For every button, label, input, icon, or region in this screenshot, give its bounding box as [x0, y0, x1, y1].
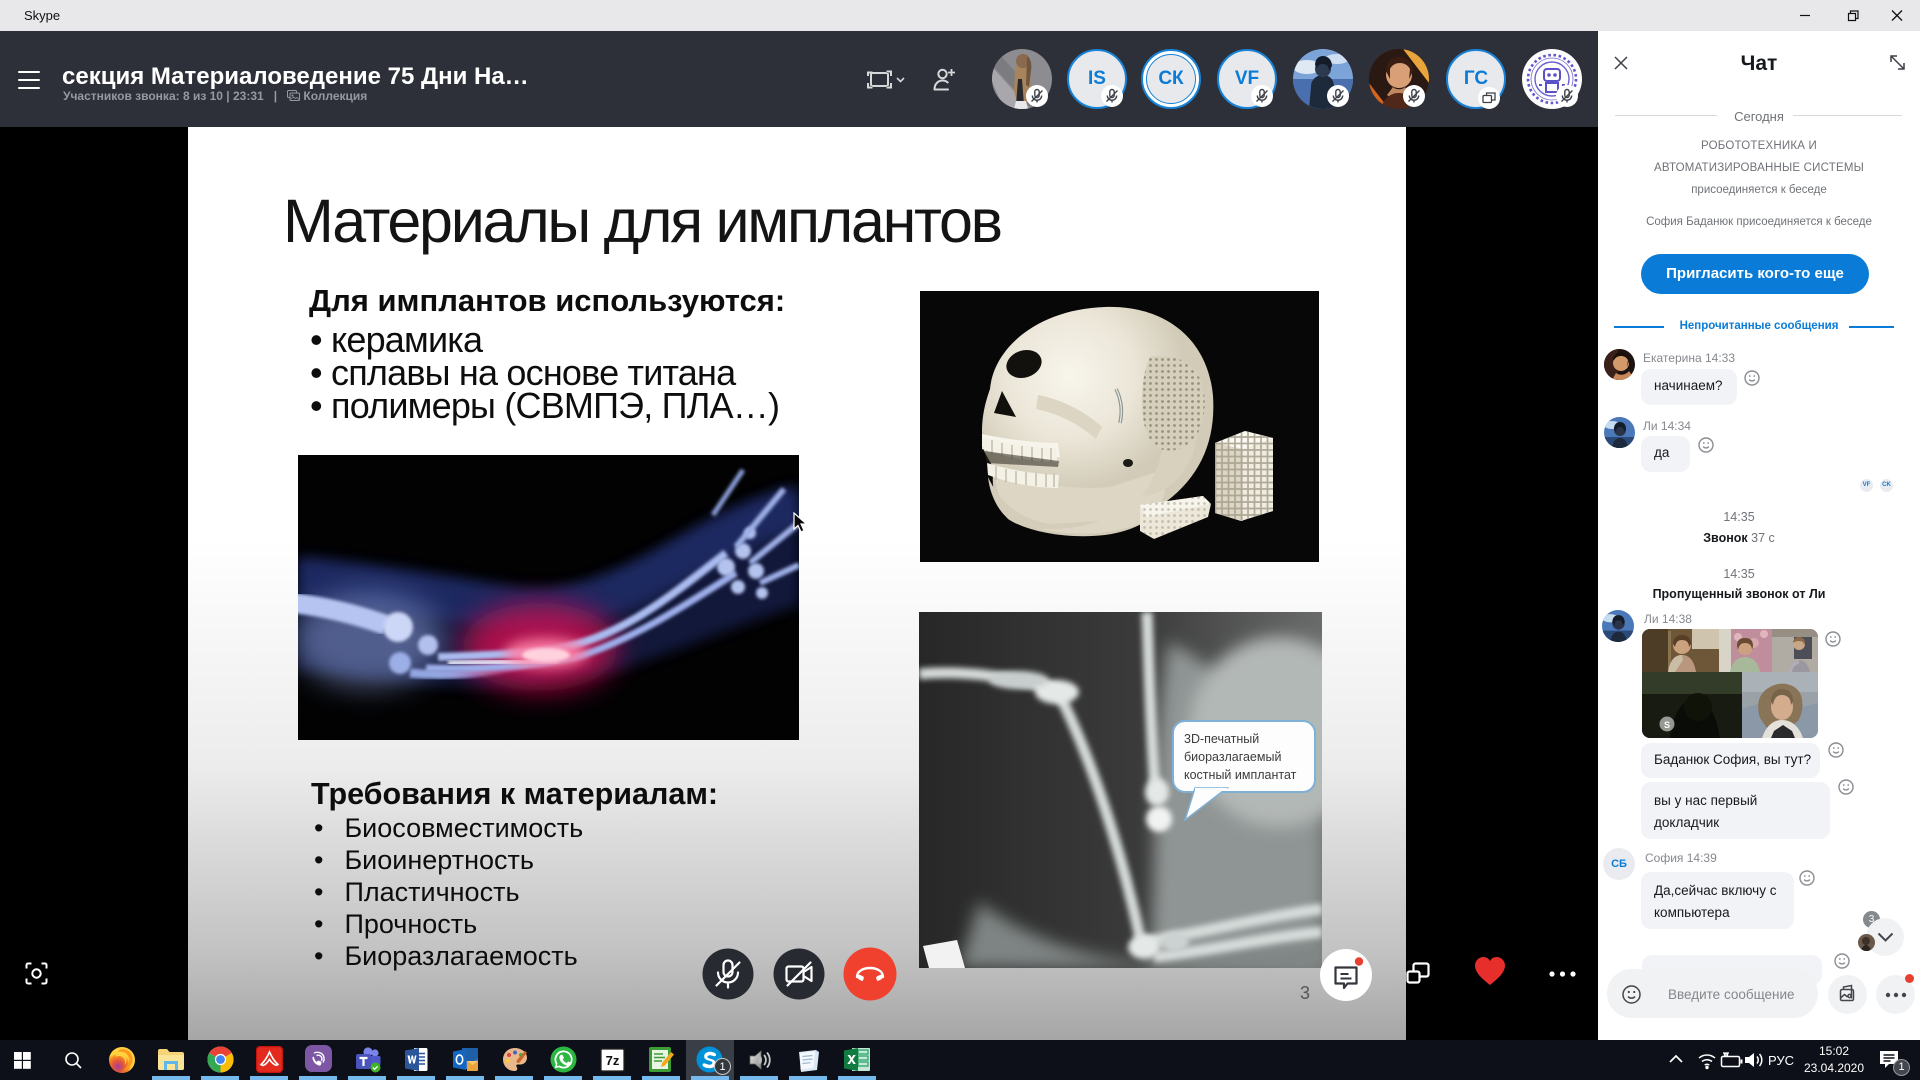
svg-text:7z: 7z — [606, 1053, 620, 1068]
svg-text:S: S — [1664, 720, 1670, 730]
svg-text:3D-печатный: 3D-печатный — [1184, 732, 1259, 746]
svg-text:костный имплантат: костный имплантат — [1184, 768, 1297, 782]
svg-text:биоразлагаемый: биоразлагаемый — [1184, 750, 1281, 764]
